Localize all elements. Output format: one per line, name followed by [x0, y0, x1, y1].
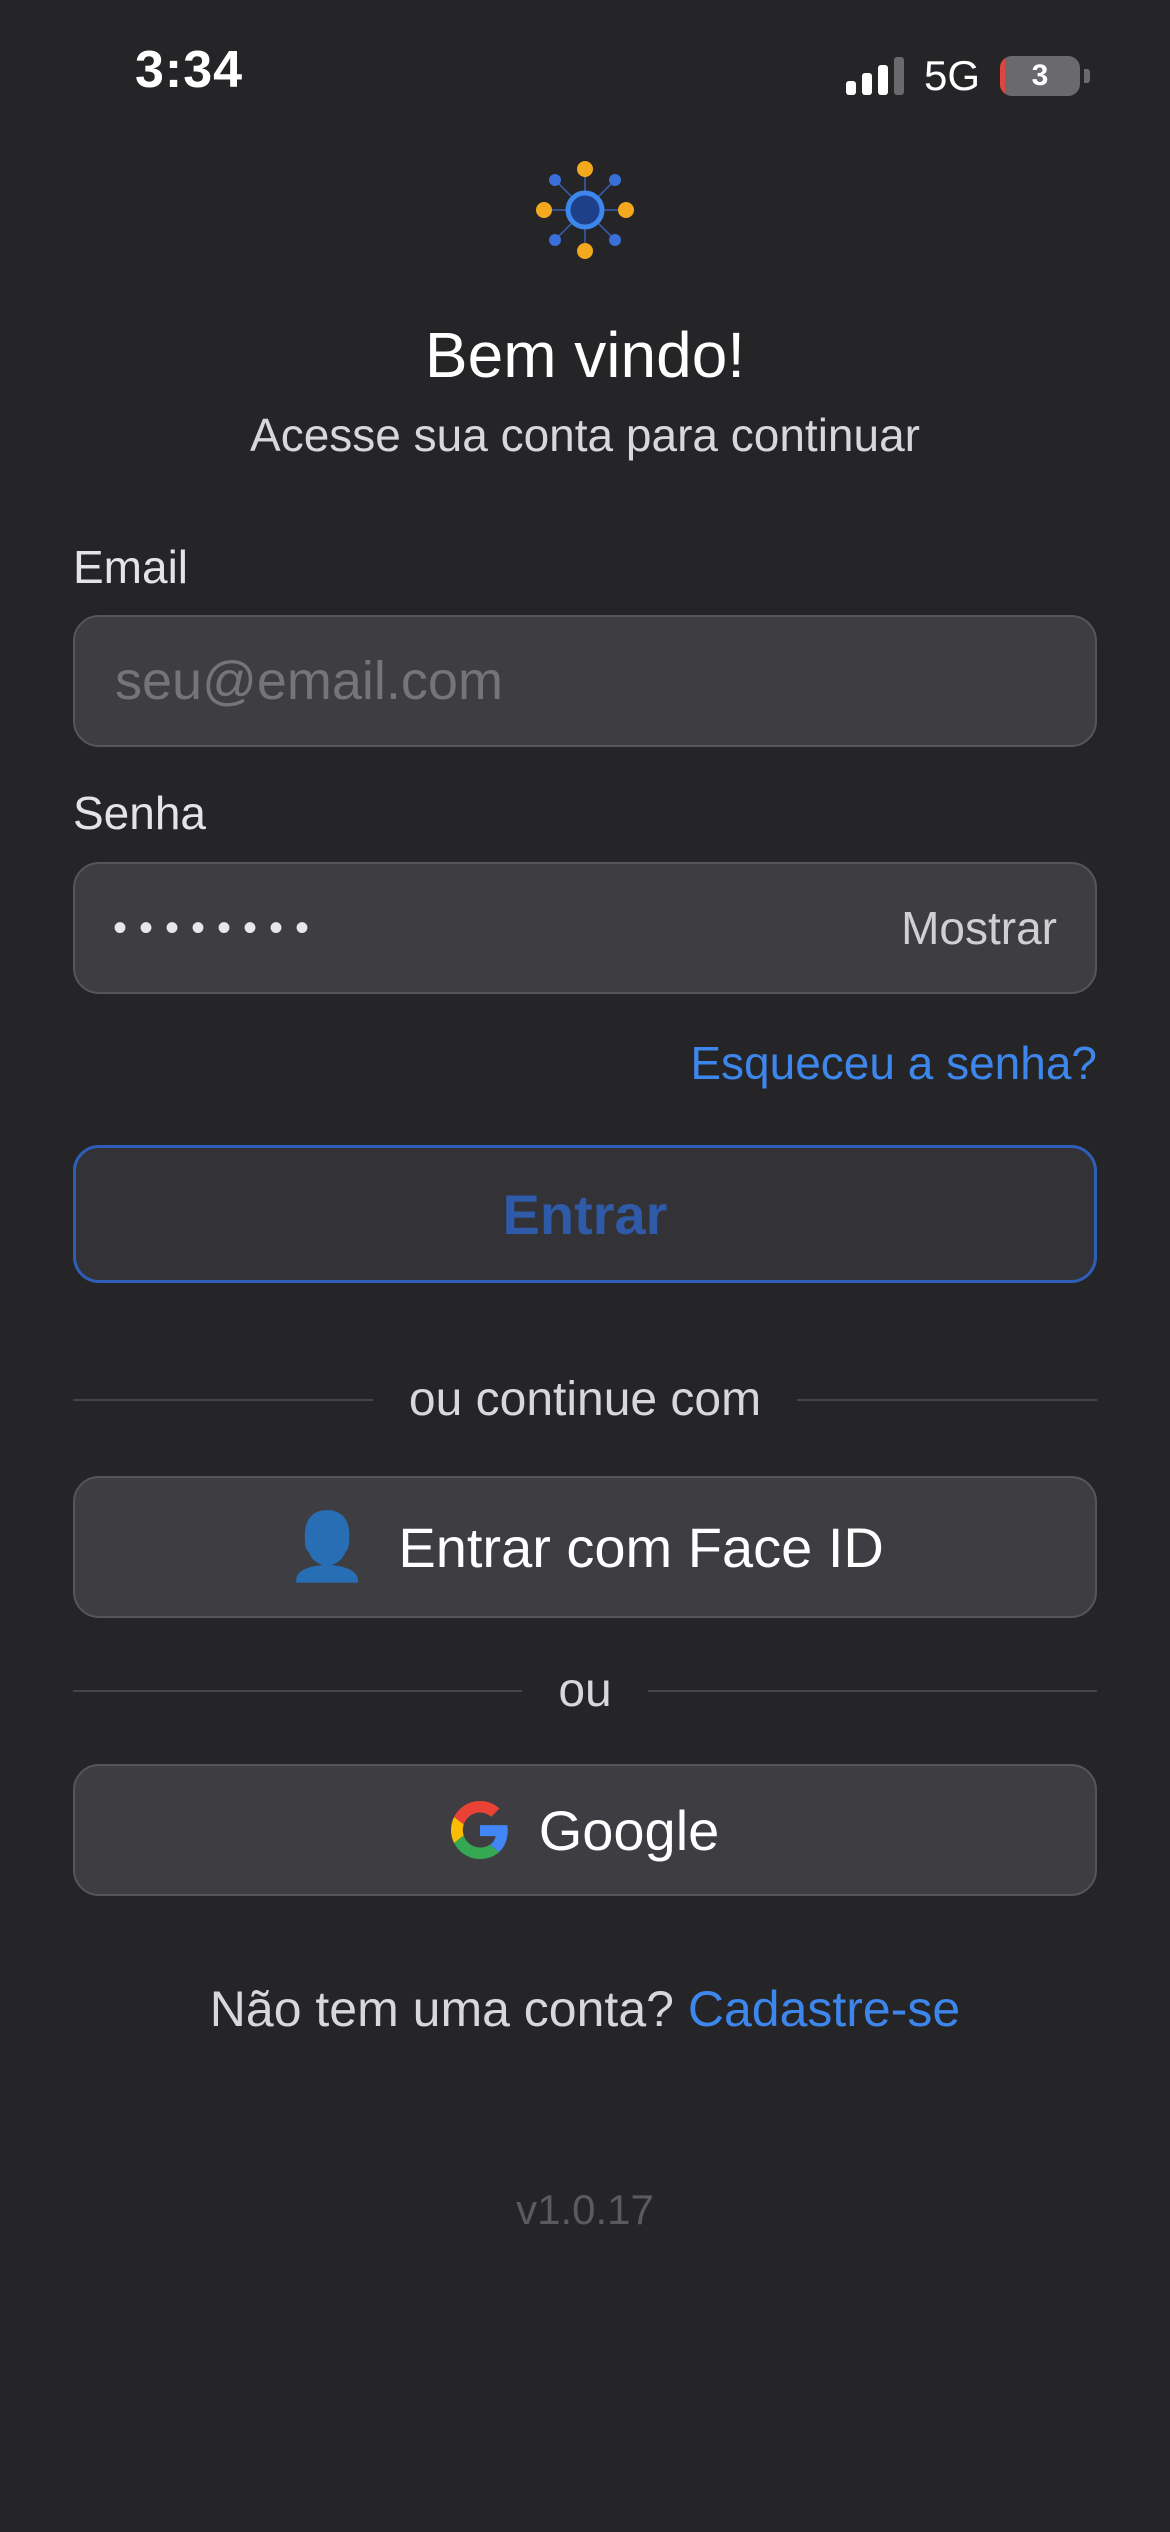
continue-with-label: ou continue com: [408, 1373, 762, 1426]
app-logo-icon: [536, 161, 634, 259]
app-version: v1.0.17: [516, 2186, 654, 2233]
google-login-button[interactable]: Google: [73, 1764, 1097, 1896]
status-indicators: 5G 3: [845, 52, 1090, 100]
or-label: ou: [558, 1664, 612, 1717]
no-account-text: Não tem uma conta?: [209, 1981, 674, 2037]
battery-icon: 3: [1000, 56, 1080, 96]
login-button[interactable]: Entrar: [73, 1145, 1097, 1283]
or-divider: ou: [73, 1663, 1098, 1718]
email-label: Email: [73, 541, 189, 593]
login-screen: 3:34 5G 3 Bem vindo! Acesse sua conta pa…: [0, 0, 1170, 2532]
email-input[interactable]: [113, 649, 1057, 713]
page-title: Bem vindo!: [424, 319, 746, 391]
password-field-container[interactable]: •••••••• Mostrar: [73, 862, 1097, 994]
email-field-container[interactable]: [73, 615, 1097, 747]
battery-level: 3: [1031, 59, 1049, 92]
signup-link[interactable]: Cadastre-se: [688, 1981, 960, 2037]
google-logo-icon: [450, 1801, 508, 1859]
battery-cap: [1084, 69, 1090, 83]
show-password-toggle[interactable]: Mostrar: [901, 901, 1057, 955]
person-icon: 👤: [286, 1509, 369, 1583]
face-id-label: Entrar com Face ID: [398, 1515, 884, 1579]
forgot-password-link[interactable]: Esqueceu a senha?: [690, 1036, 1097, 1090]
divider-line-right: [647, 1689, 1098, 1692]
network-type: 5G: [923, 52, 980, 99]
cellular-signal-icon: [845, 57, 904, 95]
page-subtitle: Acesse sua conta para continuar: [250, 409, 920, 461]
status-time: 3:34: [135, 41, 244, 99]
battery-fill: [1000, 56, 1005, 96]
divider-line-right: [797, 1398, 1097, 1401]
password-input[interactable]: ••••••••: [113, 906, 901, 951]
signup-prompt: Não tem uma conta? Cadastre-se: [0, 1980, 1170, 2038]
divider-line-left: [73, 1398, 373, 1401]
password-label: Senha: [73, 787, 207, 839]
face-id-button[interactable]: 👤 Entrar com Face ID: [73, 1476, 1097, 1618]
google-label: Google: [538, 1798, 720, 1862]
continue-with-divider: ou continue com: [73, 1372, 1097, 1427]
divider-line-left: [73, 1689, 523, 1692]
